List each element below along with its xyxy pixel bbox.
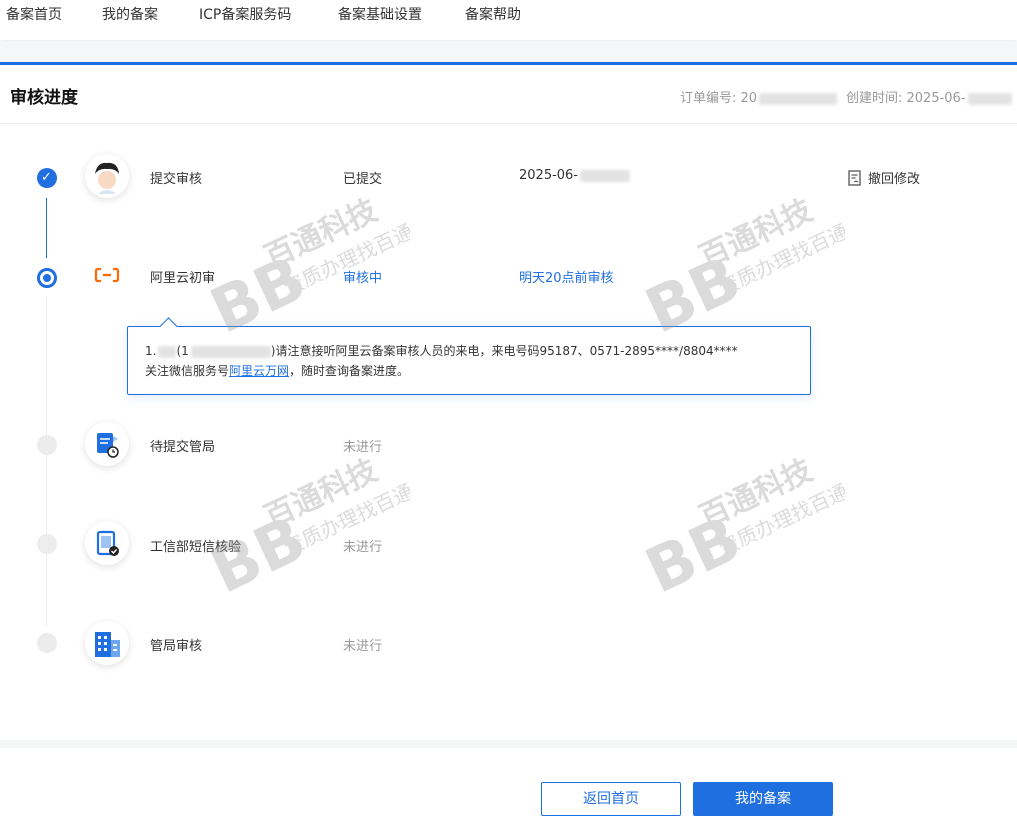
step-label-aliyun-review: 阿里云初审 bbox=[150, 271, 216, 286]
redacted-contact-name bbox=[158, 345, 177, 358]
step-status-not-started-3: 未进行 bbox=[343, 639, 383, 654]
redacted-contact-phone bbox=[190, 345, 271, 358]
withdraw-doc-icon bbox=[848, 170, 861, 186]
order-number-label: 订单编号: 20 bbox=[680, 91, 758, 106]
phone-check-icon bbox=[85, 521, 129, 565]
step-label-bureau-review: 管局审核 bbox=[150, 639, 203, 654]
notice-index: 1. bbox=[145, 344, 157, 358]
notice-follow-text: 关注微信服务号 bbox=[145, 364, 230, 378]
withdraw-edit-button[interactable]: 撤回修改 bbox=[848, 168, 920, 187]
wechat-account-link[interactable]: 阿里云万网 bbox=[229, 364, 289, 378]
nav-item-help[interactable]: 备案帮助 bbox=[465, 4, 521, 24]
nav-item-home[interactable]: 备案首页 bbox=[6, 4, 62, 24]
my-filings-button[interactable]: 我的备案 bbox=[693, 782, 833, 816]
nav-item-basic-settings[interactable]: 备案基础设置 bbox=[338, 4, 422, 24]
step-label-sms-verify: 工信部短信核验 bbox=[150, 540, 242, 555]
step-label-submit-bureau: 待提交管局 bbox=[150, 440, 216, 455]
notice-line-2: 关注微信服务号阿里云万网，随时查询备案进度。 bbox=[145, 362, 409, 379]
step-label-submit: 提交审核 bbox=[150, 172, 203, 187]
step-node-pending bbox=[37, 633, 57, 653]
step-node-pending bbox=[37, 534, 57, 554]
order-number: 订单编号: 20 bbox=[680, 87, 838, 106]
building-icon bbox=[85, 621, 129, 665]
step-status-submitted: 已提交 bbox=[343, 172, 383, 187]
notice-phone-text: )请注意接听阿里云备案审核人员的来电，来电号码95187、0571-2895**… bbox=[270, 344, 738, 358]
timeline-line-pending bbox=[46, 296, 47, 626]
nav-item-my-filings[interactable]: 我的备案 bbox=[102, 4, 158, 24]
step-status-not-started-1: 未进行 bbox=[343, 440, 383, 455]
card-header: 审核进度 订单编号: 20 创建时间: 2025-06- bbox=[0, 65, 1017, 124]
nav-separator bbox=[0, 42, 1017, 62]
back-home-button[interactable]: 返回首页 bbox=[541, 782, 681, 816]
page-title: 审核进度 bbox=[10, 88, 78, 108]
redacted-order-number bbox=[759, 92, 838, 105]
footer-separator bbox=[0, 740, 1017, 748]
created-time-label: 创建时间: 2025-06- bbox=[846, 91, 966, 106]
document-clock-icon bbox=[85, 422, 129, 466]
review-notice-box: 1. (1 )请注意接听阿里云备案审核人员的来电，来电号码95187、0571-28… bbox=[127, 326, 811, 395]
user-avatar-icon bbox=[85, 154, 129, 198]
step-status-reviewing: 审核中 bbox=[343, 271, 383, 286]
redacted-submit-time bbox=[580, 169, 631, 182]
timeline-line-done bbox=[46, 198, 47, 258]
notice-line-1: 1. (1 )请注意接听阿里云备案审核人员的来电，来电号码95187、0571-28… bbox=[145, 342, 738, 359]
nav-item-icp-service-code[interactable]: ICP备案服务码 bbox=[199, 4, 291, 24]
step-node-pending bbox=[37, 435, 57, 455]
created-time: 创建时间: 2025-06- bbox=[846, 87, 1012, 106]
step-review-deadline: 明天20点前审核 bbox=[519, 271, 614, 286]
check-icon: ✓ bbox=[41, 170, 52, 185]
notice-follow-suffix: ，随时查询备案进度。 bbox=[289, 364, 410, 378]
withdraw-edit-label: 撤回修改 bbox=[868, 172, 921, 187]
submit-time-text: 2025-06- bbox=[519, 168, 579, 183]
notice-phone-prefix: (1 bbox=[176, 344, 189, 358]
step-node-active bbox=[37, 268, 57, 288]
step-node-done: ✓ bbox=[37, 168, 57, 188]
step-submit-time: 2025-06- bbox=[519, 168, 631, 183]
top-nav: 备案首页 我的备案 ICP备案服务码 备案基础设置 备案帮助 bbox=[0, 0, 1017, 40]
aliyun-logo-icon bbox=[85, 253, 129, 297]
step-status-not-started-2: 未进行 bbox=[343, 540, 383, 555]
redacted-created-time bbox=[967, 92, 1012, 105]
